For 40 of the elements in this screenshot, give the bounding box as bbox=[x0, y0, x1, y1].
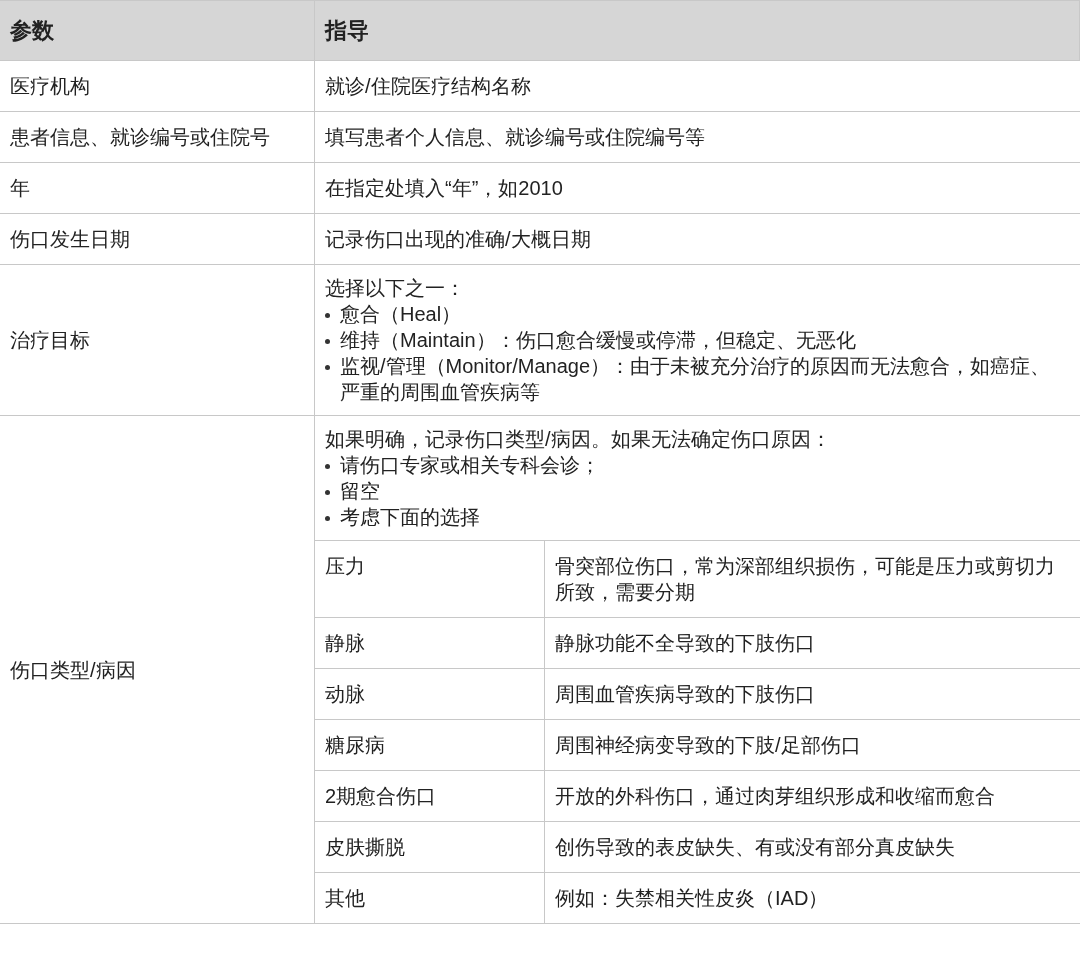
table-cell: 静脉 bbox=[315, 618, 545, 668]
table-cell: 治疗目标 bbox=[0, 265, 315, 416]
table-cell: 其他 bbox=[315, 873, 545, 923]
table-cell-text: 骨突部位伤口，常为深部组织损伤，可能是压力或剪切力所致，需要分期 bbox=[554, 554, 1056, 605]
guidance-text: 填写患者个人信息、就诊编号或住院编号等 bbox=[325, 125, 706, 150]
table-cell-text: 创伤导致的表皮缺失、有或没有部分真皮缺失 bbox=[554, 835, 956, 860]
guidance-text: 就诊/住院医疗结构名称 bbox=[325, 74, 532, 99]
table-cell-text: 周围神经病变导致的下肢/足部伤口 bbox=[554, 733, 862, 758]
table-cell: 动脉 bbox=[315, 669, 545, 719]
table-cell: 压力 bbox=[315, 541, 545, 617]
guidance-text: 如果明确，记录伤口类型/病因。如果无法确定伤口原因： bbox=[325, 427, 832, 452]
table-cell-text: 静脉功能不全导致的下肢伤口 bbox=[554, 631, 816, 656]
table-cell: 皮肤撕脱 bbox=[315, 822, 545, 872]
column-header: 参数 bbox=[0, 1, 315, 61]
table-cell-text: 例如：失禁相关性皮炎（IAD） bbox=[554, 886, 830, 911]
table-cell-text: 开放的外科伤口，通过肉芽组织形成和收缩而愈合 bbox=[554, 784, 996, 809]
table-cell: 糖尿病 bbox=[315, 720, 545, 770]
table-cell: 患者信息、就诊编号或住院号 bbox=[0, 112, 315, 163]
table-cell: 2期愈合伤口 bbox=[315, 771, 545, 821]
column-header: 指导 bbox=[315, 1, 1080, 61]
bullet-icon bbox=[325, 313, 330, 318]
list-item-text: 留空 bbox=[340, 479, 380, 504]
bullet-icon bbox=[325, 365, 330, 370]
table-cell: 伤口类型/病因 bbox=[0, 416, 315, 924]
guidance-text: 在指定处填入“年”，如2010 bbox=[325, 176, 564, 201]
list-item-text: 维持（Maintain）：伤口愈合缓慢或停滞，但稳定、无恶化 bbox=[340, 328, 856, 353]
bullet-icon bbox=[325, 490, 330, 495]
guidance-text: 选择以下之一： bbox=[325, 276, 466, 301]
list-item-text: 请伤口专家或相关专科会诊； bbox=[340, 453, 600, 478]
table-cell: 伤口发生日期 bbox=[0, 214, 315, 265]
guidance-text: 记录伤口出现的准确/大概日期 bbox=[325, 227, 592, 252]
bullet-icon bbox=[325, 339, 330, 344]
bullet-icon bbox=[325, 516, 330, 521]
table-cell: 医疗机构 bbox=[0, 61, 315, 112]
list-item-text: 愈合（Heal） bbox=[340, 302, 462, 327]
table-cell: 年 bbox=[0, 163, 315, 214]
table-cell-text: 周围血管疾病导致的下肢伤口 bbox=[554, 682, 816, 707]
bullet-icon bbox=[325, 464, 330, 469]
list-item-text: 考虑下面的选择 bbox=[340, 505, 480, 530]
list-item-text: 监视/管理（Monitor/Manage）：由于未被充分治疗的原因而无法愈合，如癌症、严重的周围血管疾病等 bbox=[340, 354, 1052, 405]
